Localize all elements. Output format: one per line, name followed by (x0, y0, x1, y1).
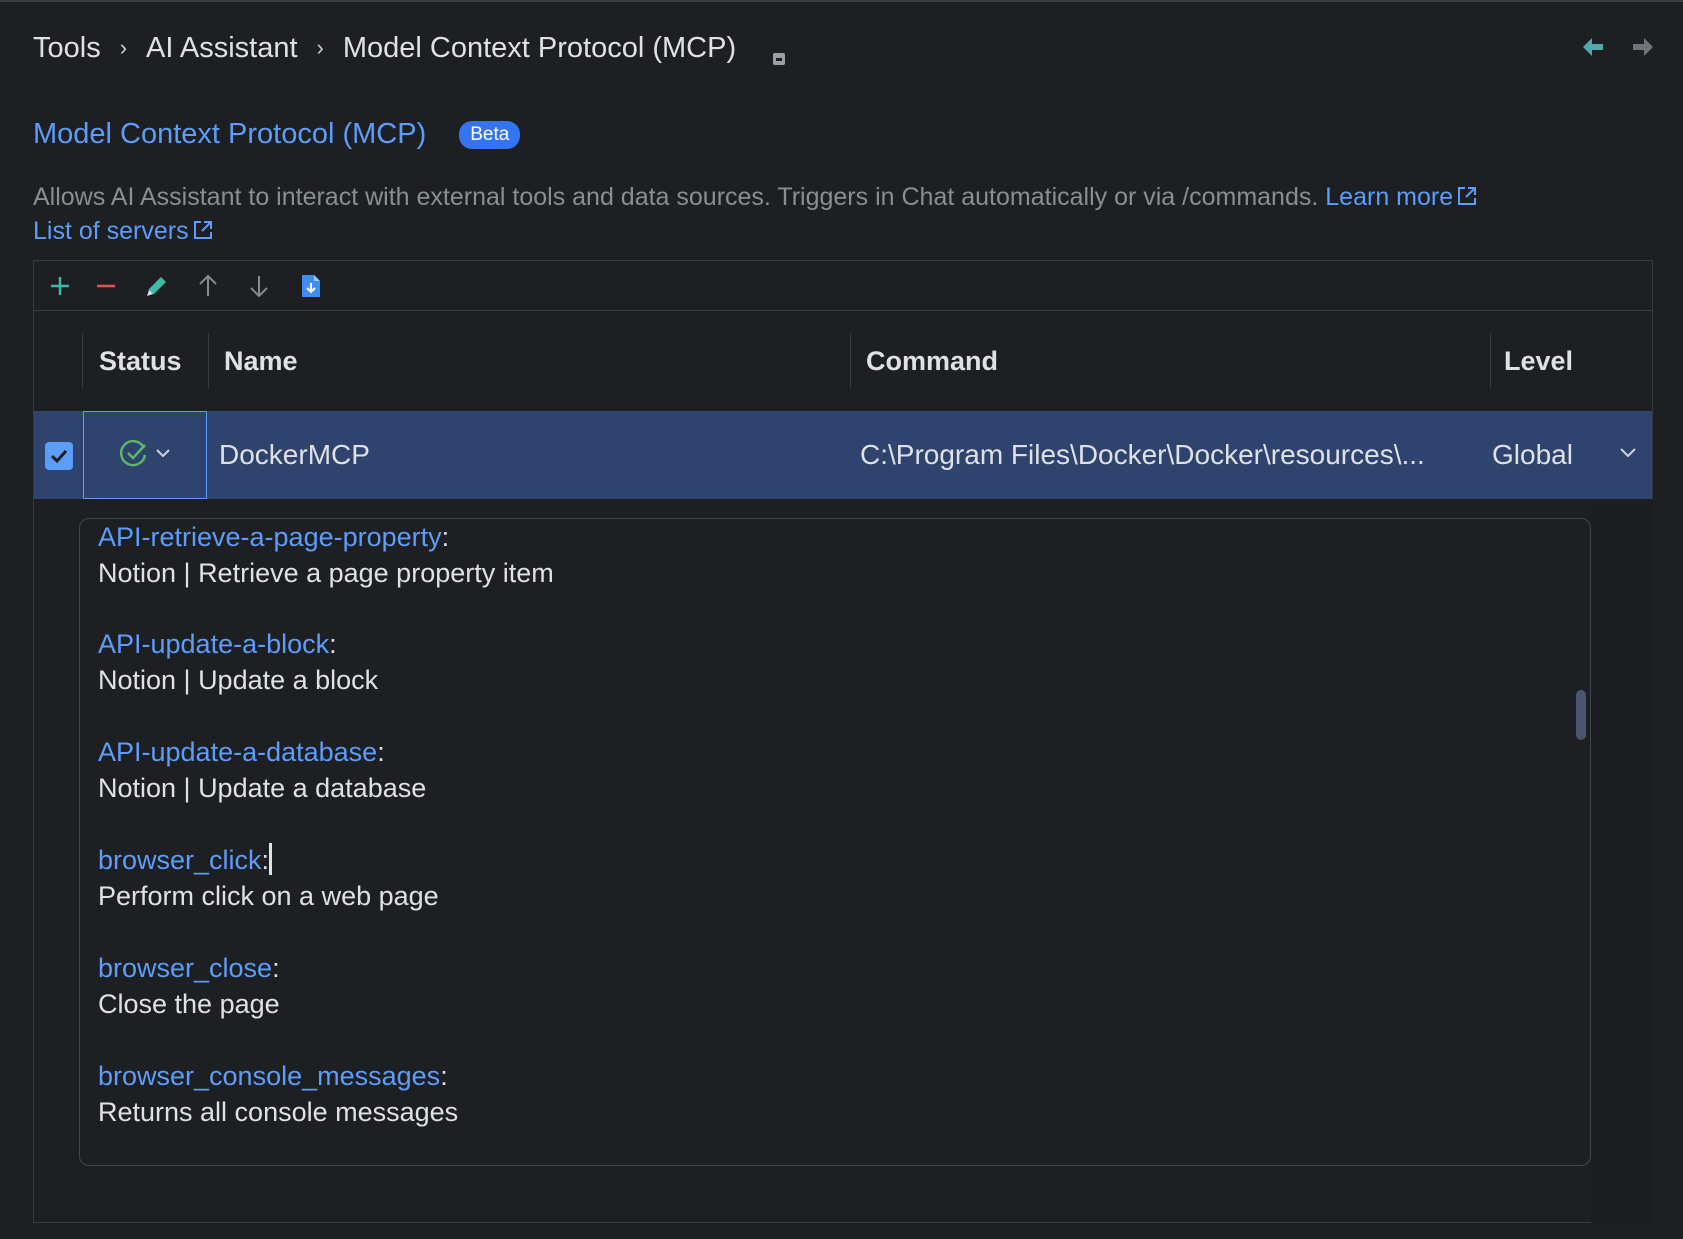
remove-icon[interactable] (93, 273, 119, 299)
text-caret (269, 843, 273, 875)
tool-name[interactable]: browser_console_messages (98, 1061, 440, 1091)
tool-description: Notion | Retrieve a page property item (98, 558, 554, 588)
project-settings-icon (772, 41, 786, 65)
tool-colon: : (377, 737, 385, 767)
column-level[interactable]: Level (1504, 311, 1573, 411)
breadcrumb: Tools › AI Assistant › Model Context Pro… (33, 30, 786, 66)
page-description: Allows AI Assistant to interact with ext… (33, 180, 1663, 216)
mcp-servers-panel: Status Name Command Level DockerMCP C:\P… (33, 260, 1653, 1223)
edit-icon[interactable] (144, 273, 170, 299)
column-divider (850, 333, 851, 389)
breadcrumb-ai-assistant[interactable]: AI Assistant (146, 32, 298, 65)
tool-colon: : (272, 953, 280, 983)
description-text: Allows AI Assistant to interact with ext… (33, 183, 1319, 211)
external-link-icon (192, 216, 214, 250)
back-arrow-icon[interactable] (1581, 36, 1605, 63)
vertical-scrollbar[interactable] (1576, 690, 1586, 740)
column-status[interactable]: Status (99, 311, 182, 411)
list-of-servers-link[interactable]: List of servers (33, 217, 214, 245)
table-row[interactable]: DockerMCP C:\Program Files\Docker\Docker… (34, 411, 1652, 499)
tool-description: Returns all console messages (98, 1097, 459, 1127)
server-level[interactable]: Global (1492, 411, 1573, 499)
server-command: C:\Program Files\Docker\Docker\resources… (860, 439, 1425, 470)
level-chevron-down-icon[interactable] (1619, 445, 1637, 464)
window-top-border (0, 0, 1683, 2)
learn-more-link[interactable]: Learn more (1325, 183, 1478, 211)
column-command[interactable]: Command (866, 311, 998, 411)
list-of-servers-label: List of servers (33, 217, 189, 245)
move-up-icon[interactable] (195, 273, 221, 299)
tool-description: Close the page (98, 989, 280, 1019)
move-down-icon[interactable] (246, 273, 272, 299)
breadcrumb-tools[interactable]: Tools (33, 32, 101, 65)
beta-badge: Beta (459, 120, 521, 149)
breadcrumb-separator: › (119, 35, 128, 60)
list-item: browser_console_messages: Returns all co… (98, 1058, 458, 1130)
status-dropdown[interactable] (83, 411, 207, 499)
breadcrumb-separator: › (316, 35, 324, 60)
status-ok-icon (119, 438, 149, 473)
table-header: Status Name Command Level (34, 311, 1652, 411)
column-divider (82, 333, 83, 389)
page-title: Model Context Protocol (MCP) (33, 118, 427, 150)
list-item: API-update-a-database: Notion | Update a… (98, 734, 426, 806)
tool-name[interactable]: API-retrieve-a-page-property (98, 522, 442, 552)
tool-colon: : (440, 1061, 448, 1091)
enabled-checkbox[interactable] (45, 442, 73, 470)
list-item: API-update-a-block: Notion | Update a bl… (98, 626, 378, 698)
tool-colon: : (329, 629, 337, 659)
add-icon[interactable] (47, 273, 73, 299)
server-name: DockerMCP (219, 439, 370, 470)
external-link-icon (1456, 182, 1478, 216)
tool-description: Perform click on a web page (98, 881, 439, 911)
list-item: browser_close: Close the page (98, 950, 280, 1022)
tool-colon: : (441, 522, 450, 552)
chevron-down-icon (155, 446, 171, 464)
tool-name[interactable]: browser_click (98, 845, 262, 875)
learn-more-label: Learn more (1325, 183, 1454, 211)
column-name[interactable]: Name (224, 311, 298, 411)
list-item: API-retrieve-a-page-property: Notion | R… (98, 519, 554, 591)
list-item: browser_click: Perform click on a web pa… (98, 842, 439, 914)
breadcrumb-mcp: Model Context Protocol (MCP) (342, 31, 737, 64)
servers-toolbar (34, 261, 1652, 311)
list-of-servers-row: List of servers (33, 214, 214, 250)
import-icon[interactable] (298, 273, 324, 299)
panel-gutter (1591, 499, 1653, 1223)
tool-description: Notion | Update a block (98, 665, 379, 695)
tool-name[interactable]: API-update-a-database (98, 737, 377, 767)
column-divider (1490, 333, 1491, 389)
column-divider (208, 333, 209, 389)
server-tools-list[interactable]: API-retrieve-a-page-property: Notion | R… (79, 518, 1591, 1166)
tool-name[interactable]: API-update-a-block (98, 629, 329, 659)
tool-name[interactable]: browser_close (98, 953, 272, 983)
forward-arrow-icon[interactable] (1631, 36, 1655, 63)
tool-colon: : (261, 845, 270, 875)
tool-description: Notion | Update a database (98, 773, 427, 803)
page-heading: Model Context Protocol (MCP) Beta (33, 118, 521, 151)
